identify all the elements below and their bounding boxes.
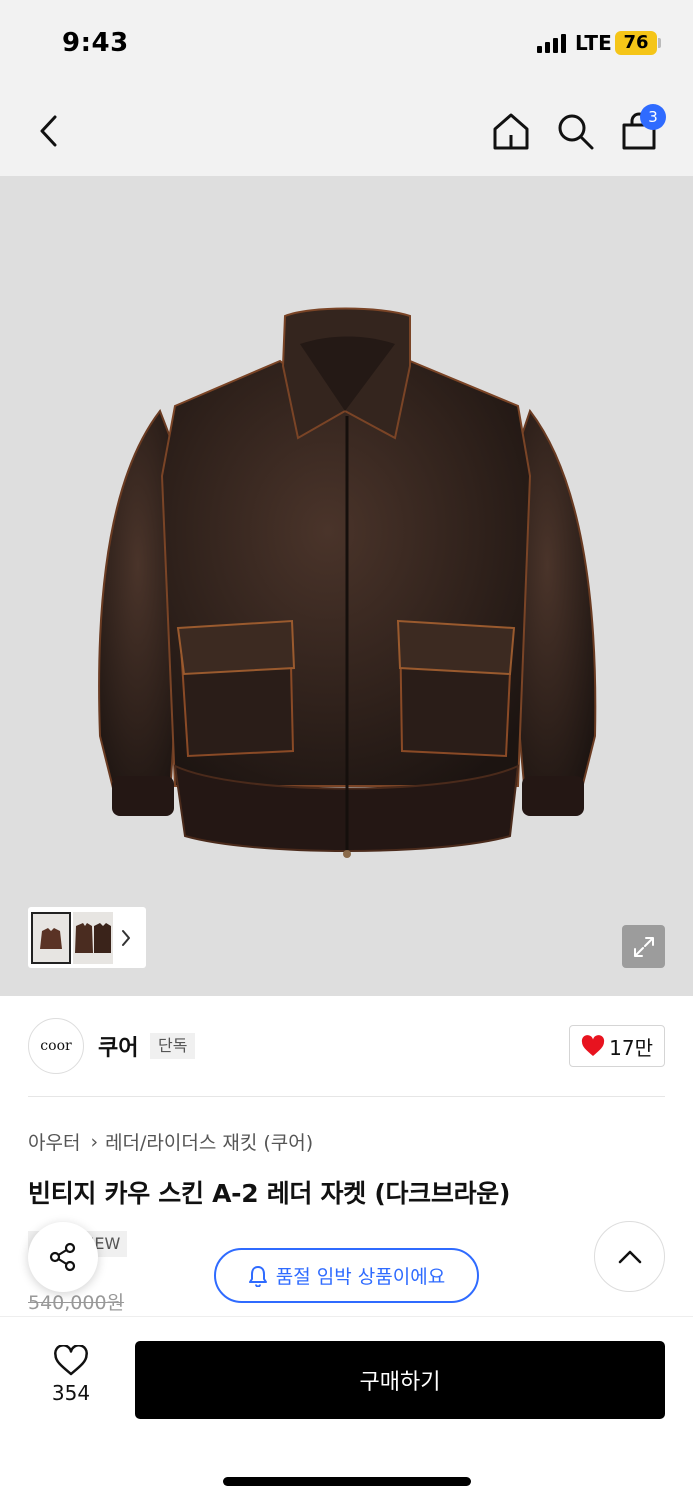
home-button[interactable] — [486, 106, 536, 156]
back-button[interactable] — [24, 106, 74, 156]
chevron-left-icon — [40, 115, 57, 147]
expand-icon — [633, 936, 654, 957]
cart-count-badge: 3 — [640, 104, 666, 130]
fullscreen-button[interactable] — [622, 925, 665, 968]
top-nav: 3 — [0, 88, 693, 176]
breadcrumb-item-outer[interactable]: 아우터 — [28, 1128, 80, 1155]
share-button[interactable] — [28, 1222, 98, 1292]
wishlist-count: 354 — [51, 1381, 91, 1405]
bottom-action-bar: 354 구매하기 — [0, 1316, 693, 1500]
thumbnail-pair[interactable] — [73, 911, 113, 964]
brand-logo[interactable]: coor — [28, 1018, 84, 1074]
brand-like-button[interactable]: 17만 — [569, 1025, 665, 1067]
brand-name[interactable]: 쿠어 — [98, 1030, 138, 1062]
home-icon — [493, 113, 529, 150]
breadcrumb-item-category[interactable]: 레더/라이더스 재킷 (쿠어) — [105, 1128, 313, 1155]
battery-icon: 76 — [615, 31, 657, 55]
search-button[interactable] — [550, 106, 600, 156]
signal-icon — [537, 33, 569, 53]
network-type: LTE — [575, 31, 612, 55]
heart-outline-icon — [54, 1345, 88, 1376]
wishlist-button[interactable]: 354 — [36, 1345, 106, 1415]
scroll-top-button[interactable] — [594, 1221, 665, 1292]
bell-icon — [248, 1265, 267, 1287]
status-bar: 9:43 LTE 76 — [0, 0, 693, 88]
divider — [28, 1096, 665, 1097]
thumbnail-strip[interactable] — [28, 907, 146, 968]
battery-nub — [658, 38, 661, 48]
chevron-right-icon — [122, 929, 130, 946]
original-price: 540,000원 — [28, 1292, 125, 1314]
cart-button[interactable]: 3 — [614, 104, 666, 156]
soldout-notice[interactable]: 품절 임박 상품이에요 — [214, 1248, 479, 1303]
heart-filled-icon — [582, 1035, 605, 1056]
brand-row: coor 쿠어 단독 17만 — [28, 1016, 665, 1076]
product-title: 빈티지 카우 스킨 A-2 레더 자켓 (다크브라운) — [28, 1179, 511, 1208]
home-indicator — [223, 1477, 471, 1486]
jacket-image — [98, 307, 597, 858]
brand-like-count: 17만 — [609, 1035, 653, 1060]
search-icon — [558, 114, 594, 150]
status-time: 9:43 — [62, 28, 129, 58]
thumbnail-front[interactable] — [31, 911, 71, 964]
chevron-up-icon — [618, 1250, 641, 1263]
soldout-notice-text: 품절 임박 상품이에요 — [275, 1266, 446, 1288]
product-image[interactable] — [0, 176, 693, 996]
thumbnail-jacket-icon — [40, 927, 62, 949]
share-icon — [49, 1242, 76, 1272]
breadcrumb-separator: › — [90, 1130, 99, 1153]
thumbnail-jacket-pair-icon — [75, 922, 111, 953]
breadcrumb: 아우터 › 레더/라이더스 재킷 (쿠어) — [28, 1128, 313, 1155]
buy-button[interactable]: 구매하기 — [135, 1341, 665, 1419]
brand-exclusive-tag: 단독 — [150, 1033, 196, 1059]
